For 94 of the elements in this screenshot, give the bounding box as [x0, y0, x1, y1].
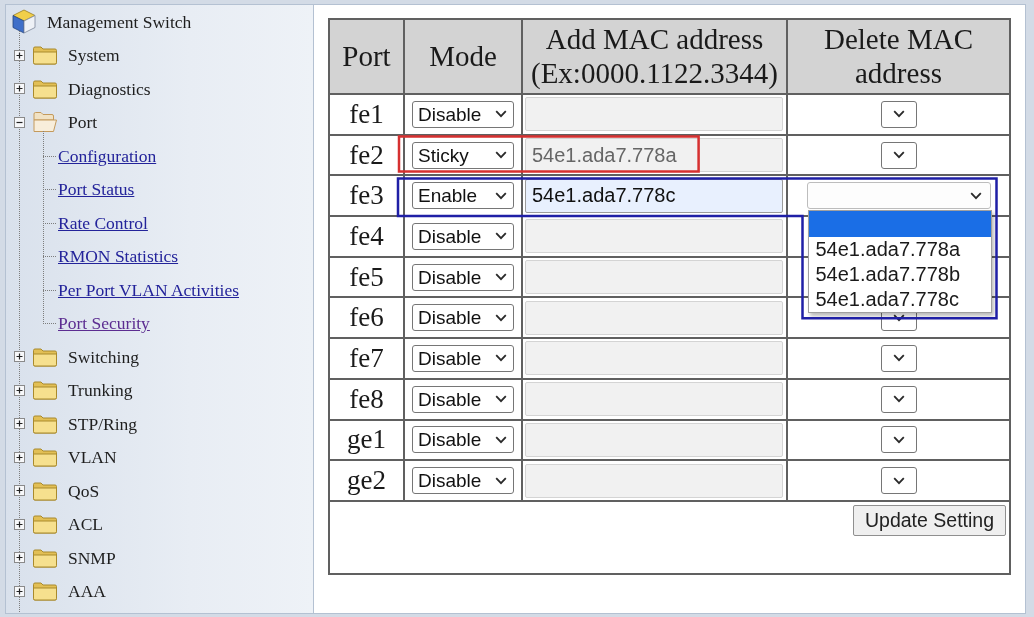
folder-icon	[32, 547, 58, 568]
delete-mac-select[interactable]	[880, 344, 917, 372]
tree-folder-label[interactable]: System	[68, 42, 120, 69]
tree-root-title: Management Switch	[47, 10, 192, 34]
port-name: fe4	[329, 216, 404, 257]
mode-select[interactable]: Disable	[412, 344, 514, 372]
chevron-down-icon	[892, 151, 905, 160]
nav-link[interactable]: Port Security	[58, 310, 150, 337]
update-setting-button[interactable]: Update Setting	[853, 504, 1006, 536]
tree-folder-label[interactable]: VLAN	[68, 444, 117, 471]
delete-mac-select[interactable]	[880, 141, 917, 169]
chevron-down-icon	[495, 476, 507, 485]
dropdown-option[interactable]	[808, 211, 991, 238]
folder-icon	[32, 413, 58, 434]
plus-box-icon[interactable]	[14, 83, 25, 95]
folder-icon	[32, 346, 58, 367]
column-header: Mode	[404, 19, 522, 94]
delete-mac-select[interactable]	[880, 100, 917, 128]
plus-box-icon[interactable]	[14, 418, 25, 430]
folder-icon	[32, 78, 58, 99]
chevron-down-icon	[495, 232, 507, 241]
chevron-down-icon	[495, 435, 507, 444]
port-name: fe1	[329, 94, 404, 135]
folder-icon	[32, 581, 58, 602]
mode-select[interactable]: Sticky	[412, 141, 514, 169]
folder-icon	[32, 480, 58, 501]
tree-folder-label[interactable]: QoS	[68, 477, 100, 504]
nav-link[interactable]: RMON Statistics	[58, 243, 179, 270]
port-name: fe6	[329, 297, 404, 339]
port-name: fe3	[329, 175, 404, 217]
chevron-down-icon	[892, 476, 905, 485]
mode-select[interactable]: Disable	[412, 304, 514, 332]
open-folder-icon	[32, 111, 58, 134]
delete-mac-select[interactable]	[880, 467, 917, 495]
nav-link[interactable]: Port Status	[58, 176, 135, 203]
mode-select[interactable]: Disable	[412, 263, 514, 291]
chevron-down-icon	[495, 151, 507, 160]
chevron-down-icon	[495, 354, 507, 363]
chevron-down-icon	[495, 395, 507, 404]
column-header: Add MAC address (Ex:0000.1122.3344)	[522, 19, 787, 94]
column-header: Delete MAC address	[787, 19, 1010, 94]
port-name: fe8	[329, 378, 404, 420]
mode-select[interactable]: Disable	[412, 385, 514, 413]
tree-folder-label[interactable]: ACL	[68, 511, 103, 538]
plus-box-icon[interactable]	[14, 585, 25, 597]
chevron-down-icon	[892, 354, 905, 363]
tree-folder-label[interactable]: SNMP	[68, 544, 116, 571]
port-name: fe7	[329, 338, 404, 379]
mode-select[interactable]: Disable	[412, 426, 514, 454]
port-name: ge2	[329, 460, 404, 501]
plus-box-icon[interactable]	[14, 384, 25, 396]
port-name: fe2	[329, 134, 404, 176]
plus-box-icon[interactable]	[14, 518, 25, 530]
dropdown-option[interactable]: 54e1.ada7.778c	[808, 287, 991, 313]
nav-link[interactable]: Rate Control	[58, 209, 148, 236]
folder-icon	[32, 514, 58, 535]
cube-icon	[12, 9, 36, 35]
port-name: ge1	[329, 419, 404, 461]
mode-select[interactable]: Disable	[412, 100, 514, 128]
chevron-down-icon	[969, 191, 982, 200]
mode-select[interactable]: Enable	[412, 182, 514, 210]
chevron-down-icon	[892, 435, 905, 444]
port-name: fe5	[329, 256, 404, 298]
mac-address-field[interactable]: 54e1.ada7.778c	[525, 178, 783, 213]
tree-folder-label[interactable]: Trunking	[68, 377, 133, 404]
plus-box-icon[interactable]	[14, 485, 25, 497]
tree-folder-label[interactable]: Port	[68, 109, 98, 136]
tree-folder-label[interactable]: Switching	[68, 343, 139, 370]
delete-mac-select[interactable]	[880, 426, 917, 454]
folder-icon	[32, 380, 58, 401]
chevron-down-icon	[495, 273, 507, 282]
plus-box-icon[interactable]	[14, 351, 25, 363]
nav-link[interactable]: Configuration	[58, 142, 157, 169]
plus-box-icon[interactable]	[14, 552, 25, 564]
tree-folder-label[interactable]: Diagnostics	[68, 75, 151, 102]
column-header: Port	[329, 19, 404, 94]
chevron-down-icon	[495, 110, 507, 119]
tree-folder-label[interactable]: STP/Ring	[68, 410, 138, 437]
minus-box-icon[interactable]	[14, 116, 25, 128]
dropdown-option[interactable]: 54e1.ada7.778a	[808, 237, 991, 263]
mode-select[interactable]: Disable	[412, 222, 514, 250]
chevron-down-icon	[892, 110, 905, 119]
folder-icon	[32, 45, 58, 66]
plus-box-icon[interactable]	[14, 451, 25, 463]
plus-box-icon[interactable]	[14, 49, 25, 61]
folder-icon	[32, 447, 58, 468]
chevron-down-icon	[495, 191, 507, 200]
tree-folder-label[interactable]: AAA	[68, 578, 106, 605]
delete-mac-select[interactable]	[880, 385, 917, 413]
chevron-down-icon	[495, 313, 507, 322]
nav-link[interactable]: Per Port VLAN Activities	[58, 276, 239, 303]
mode-select[interactable]: Disable	[412, 467, 514, 495]
chevron-down-icon	[892, 395, 905, 404]
chevron-down-icon	[892, 313, 905, 322]
